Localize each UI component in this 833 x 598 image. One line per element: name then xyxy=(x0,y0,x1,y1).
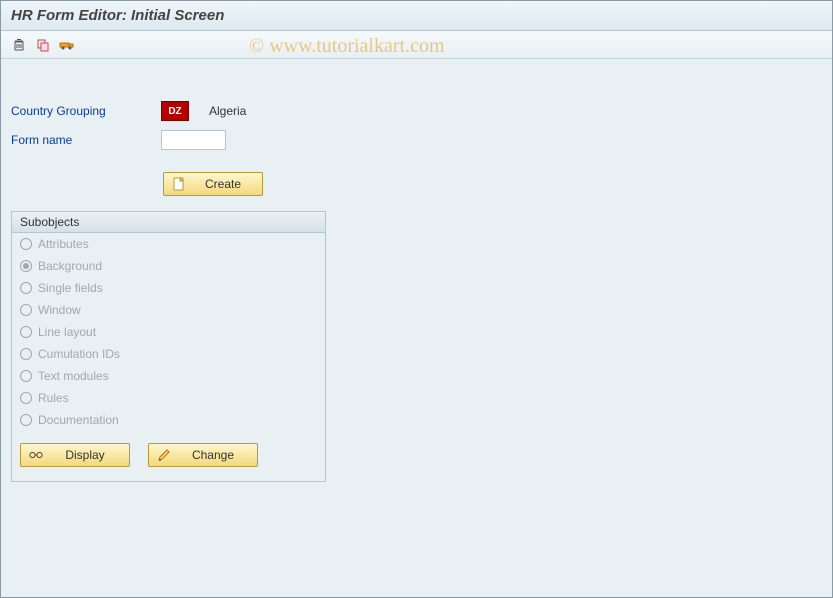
radio-icon xyxy=(20,414,32,426)
radio-label: Line layout xyxy=(38,325,96,339)
radio-row-rules[interactable]: Rules xyxy=(12,387,325,409)
radio-label: Rules xyxy=(38,391,69,405)
document-new-icon xyxy=(172,177,186,191)
country-grouping-label: Country Grouping xyxy=(11,104,161,118)
radio-label: Single fields xyxy=(38,281,103,295)
groupbox-buttons: Display Change xyxy=(12,431,325,471)
radio-label: Window xyxy=(38,303,81,317)
radio-row-background[interactable]: Background xyxy=(12,255,325,277)
radio-label: Cumulation IDs xyxy=(38,347,120,361)
form-name-input[interactable] xyxy=(161,130,226,150)
country-code-badge[interactable]: DZ xyxy=(161,101,189,121)
subobjects-list: Attributes Background Single fields Window L… xyxy=(12,233,325,431)
radio-row-cumulation-ids[interactable]: Cumulation IDs xyxy=(12,343,325,365)
radio-row-text-modules[interactable]: Text modules xyxy=(12,365,325,387)
radio-icon xyxy=(20,348,32,360)
create-row: Create xyxy=(163,172,822,196)
radio-icon xyxy=(20,370,32,382)
page-title: HR Form Editor: Initial Screen xyxy=(11,7,224,24)
form-name-label: Form name xyxy=(11,133,161,147)
change-button-label: Change xyxy=(177,448,249,462)
subobjects-groupbox: Subobjects Attributes Background Single fi… xyxy=(11,211,326,482)
radio-label: Text modules xyxy=(38,369,109,383)
form-name-row: Form name xyxy=(11,128,822,152)
radio-icon xyxy=(20,260,32,272)
toolbar xyxy=(1,31,832,59)
transport-icon[interactable] xyxy=(59,37,75,53)
change-button[interactable]: Change xyxy=(148,443,258,467)
radio-row-documentation[interactable]: Documentation xyxy=(12,409,325,431)
radio-row-line-layout[interactable]: Line layout xyxy=(12,321,325,343)
title-bar: HR Form Editor: Initial Screen xyxy=(1,1,832,31)
display-button-label: Display xyxy=(49,448,121,462)
display-button[interactable]: Display xyxy=(20,443,130,467)
radio-row-single-fields[interactable]: Single fields xyxy=(12,277,325,299)
radio-row-attributes[interactable]: Attributes xyxy=(12,233,325,255)
radio-icon xyxy=(20,326,32,338)
create-button-label: Create xyxy=(192,177,254,191)
radio-label: Background xyxy=(38,259,102,273)
radio-icon xyxy=(20,238,32,250)
subobjects-header: Subobjects xyxy=(12,212,325,233)
radio-label: Documentation xyxy=(38,413,119,427)
country-name-text: Algeria xyxy=(209,104,246,118)
glasses-icon xyxy=(29,448,43,462)
country-grouping-row: Country Grouping DZ Algeria xyxy=(11,99,822,123)
radio-label: Attributes xyxy=(38,237,89,251)
copy-icon[interactable] xyxy=(35,37,51,53)
radio-icon xyxy=(20,304,32,316)
radio-icon xyxy=(20,282,32,294)
pencil-icon xyxy=(157,448,171,462)
radio-row-window[interactable]: Window xyxy=(12,299,325,321)
radio-icon xyxy=(20,392,32,404)
trash-icon[interactable] xyxy=(11,37,27,53)
create-button[interactable]: Create xyxy=(163,172,263,196)
content-area: Country Grouping DZ Algeria Form name Cr… xyxy=(1,59,832,492)
